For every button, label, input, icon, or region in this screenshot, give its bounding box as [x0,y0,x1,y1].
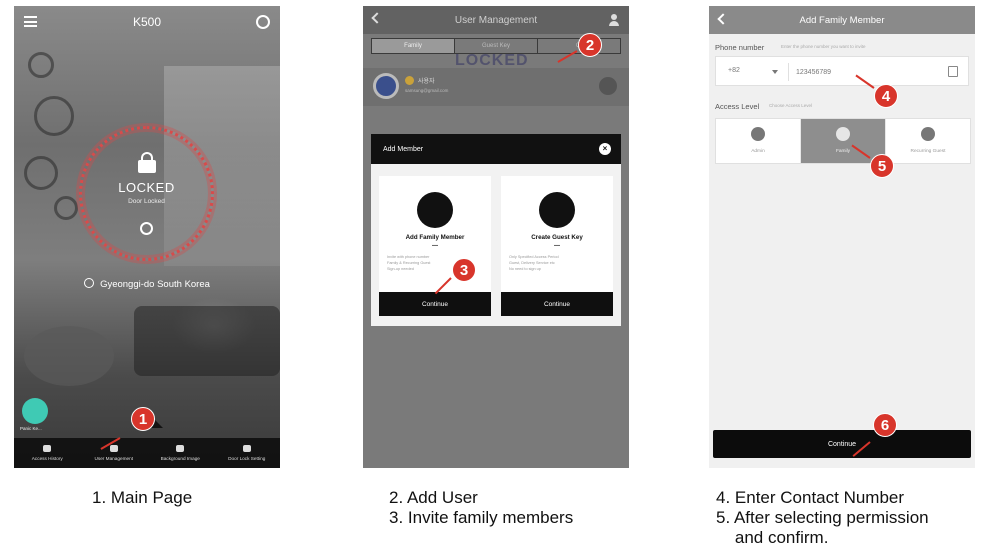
step-marker-1: 1 [131,407,155,431]
header-bar: User Management [363,6,629,34]
close-icon[interactable]: × [599,143,611,155]
device-title: K500 [132,15,162,29]
level-admin[interactable]: Admin [716,119,801,163]
card-title: Add Family Member [405,234,465,241]
lock-state-text: LOCKED [118,180,175,195]
continue-button[interactable]: Continue [501,292,613,316]
step-marker-2: 2 [578,33,602,57]
add-family-member-screen: Add Family Member Phone number Enter the… [709,6,975,468]
main-page-screen: K500 LOCKED Door Locked Gyeonggi-do Sout… [14,6,280,468]
panic-key-button[interactable] [22,398,48,424]
card-desc-line: No need to sign up [509,267,541,271]
crown-icon [751,127,765,141]
create-guest-key-card[interactable]: Create Guest Key — Only Specified Access… [501,176,613,316]
access-level-label: Access Level [715,102,760,111]
add-family-card[interactable]: Add Family Member — Invite with phone nu… [379,176,491,316]
phone-number-label: Phone number [715,43,765,52]
member-name: 사용자 [418,79,435,85]
access-level-hint: Choose Access Level [769,103,813,108]
step-marker-5: 5 [870,154,894,178]
step-marker-4: 4 [874,84,898,108]
member-email: samsung@gmail.com [405,88,449,93]
avatar [373,73,399,99]
card-title: Create Guest Key [531,234,583,241]
guest-key-icon [539,192,575,228]
lock-icon [138,152,156,173]
location-text: Gyeonggi-do South Korea [14,278,280,290]
contacts-icon[interactable] [948,66,958,77]
crown-icon [405,76,414,85]
caption-steps-4-5: 4. Enter Contact Number 5. After selecti… [716,488,929,547]
level-recurring-guest[interactable]: Recurring Guest [886,119,970,163]
continue-button[interactable]: Continue [379,292,491,316]
location-label: Gyeonggi-do South Korea [100,279,210,290]
users-icon [109,445,118,452]
phone-number-input[interactable] [796,65,936,79]
step-marker-6: 6 [873,413,897,437]
add-user-icon[interactable] [609,14,619,26]
phone-number-hint: Enter the phone number you want to invit… [781,44,866,49]
family-icon [417,192,453,228]
access-level-selector: Admin Family Recurring Guest [715,118,971,164]
image-icon [176,445,185,452]
decor-circle [24,156,58,190]
add-member-modal: Add Member × Add Family Member — Invite … [371,134,621,326]
tab-family[interactable]: Family [372,39,455,53]
lock-settings-icon [242,445,251,452]
card-divider: — [432,243,438,249]
country-code-select[interactable]: +82 [728,67,740,74]
decor-circle [28,52,54,78]
modal-title: Add Member [383,145,424,153]
nav-label: Background Image [160,456,200,461]
decor-circle [54,196,78,220]
caption-steps-2-3: 2. Add User 3. Invite family members [389,488,574,527]
level-label: Recurring Guest [910,149,946,154]
settings-icon[interactable] [256,15,270,29]
decor-circle [34,96,74,136]
divider [788,63,789,81]
step-marker-3: 3 [452,258,476,282]
header-bar: Add Family Member [709,6,975,34]
modal-header: Add Member [371,134,621,164]
badge-icon [921,127,935,141]
location-icon [84,278,95,288]
menu-icon[interactable] [24,16,37,27]
continue-button[interactable]: Continue [713,430,971,458]
decor-table [24,326,114,386]
level-label: Family [835,149,851,154]
lock-state-subtext: Door Locked [128,198,165,205]
page-title: Add Family Member [799,14,885,26]
user-management-screen: User Management LOCKED Family Guest Key … [363,6,629,468]
caption-step-1: 1. Main Page [92,488,193,507]
nav-access-history[interactable]: Access History [14,438,81,468]
chevron-down-icon[interactable] [772,70,778,74]
nav-door-lock-setting[interactable]: Door Lock Setting [214,438,281,468]
level-label: Admin [751,149,765,154]
nav-label: User Management [94,456,134,461]
heart-icon [836,127,850,141]
panic-key-label: Panic Ke... [20,426,42,431]
trash-icon[interactable] [599,77,617,95]
decor-sofa [134,306,280,376]
page-title: User Management [454,14,538,26]
power-icon[interactable] [140,222,153,235]
member-row[interactable] [363,68,629,106]
card-description: Only Specified Access Period Guest, Deli… [509,254,605,272]
nav-background-image[interactable]: Background Image [147,438,214,468]
top-bar: K500 [14,6,280,38]
card-divider: — [554,243,560,249]
nav-label: Access History [31,456,63,461]
clock-icon [43,445,52,452]
nav-label: Door Lock Setting [228,456,266,461]
bottom-nav: Access History User Management Backgroun… [14,438,280,468]
tab-guest-key[interactable]: Guest Key [455,39,538,53]
phone-number-row: +82 [715,56,969,86]
